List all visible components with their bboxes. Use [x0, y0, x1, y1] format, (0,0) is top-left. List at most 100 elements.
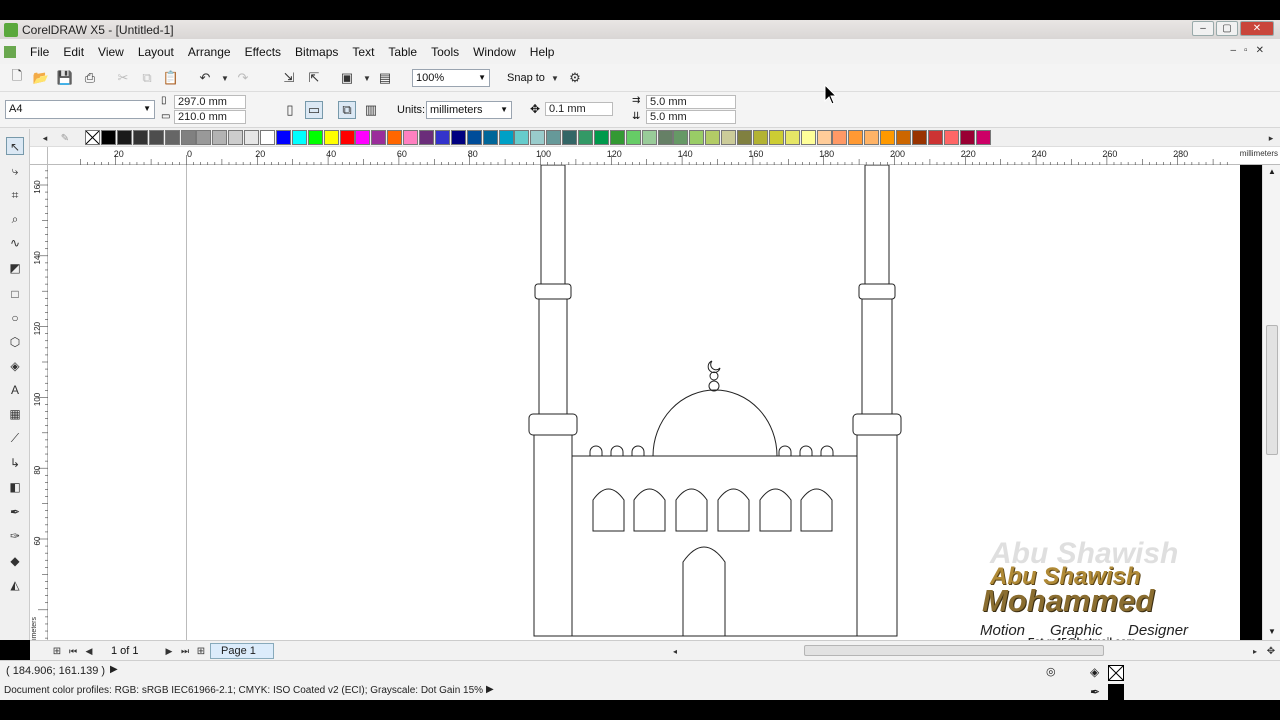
copy-icon[interactable]: ⧉: [138, 69, 156, 87]
color-swatch[interactable]: [609, 130, 625, 145]
table-tool-icon[interactable]: ▦: [6, 405, 24, 423]
color-swatch[interactable]: [387, 130, 403, 145]
basic-shapes-tool-icon[interactable]: ◈: [6, 357, 24, 375]
welcome-screen-icon[interactable]: ▤: [376, 69, 394, 87]
new-document-icon[interactable]: 🗋: [8, 68, 26, 87]
rectangle-tool-icon[interactable]: □: [6, 285, 24, 303]
color-swatch[interactable]: [593, 130, 609, 145]
shape-tool-icon[interactable]: ⤷: [6, 162, 24, 180]
color-swatch[interactable]: [291, 130, 307, 145]
document-window-controls[interactable]: –▫✕: [1231, 45, 1273, 56]
maximize-icon[interactable]: ▢: [1216, 21, 1238, 36]
print-icon[interactable]: ⎙: [81, 69, 99, 87]
color-swatch[interactable]: [514, 130, 530, 145]
color-swatch[interactable]: [975, 130, 991, 145]
application-launcher-icon[interactable]: ▣: [338, 69, 356, 87]
undo-dropdown-icon[interactable]: ▼: [216, 69, 234, 87]
zoom-tool-icon[interactable]: ⌕: [6, 210, 24, 228]
duplicate-x-field[interactable]: 5.0 mm: [646, 95, 736, 109]
menu-file[interactable]: File: [30, 45, 49, 59]
page-1-tab[interactable]: Page 1: [210, 643, 274, 659]
paste-icon[interactable]: 📋: [162, 69, 180, 87]
launcher-dropdown-icon[interactable]: ▼: [358, 69, 376, 87]
all-pages-icon[interactable]: ⧉: [338, 101, 356, 119]
import-icon[interactable]: ⇲: [280, 69, 298, 87]
color-swatch[interactable]: [816, 130, 832, 145]
color-swatch[interactable]: [116, 130, 132, 145]
text-tool-icon[interactable]: A: [6, 381, 24, 399]
color-swatch[interactable]: [864, 130, 880, 145]
color-swatch[interactable]: [641, 130, 657, 145]
crop-tool-icon[interactable]: ⌗: [6, 186, 24, 204]
color-swatch[interactable]: [260, 130, 275, 145]
color-swatch[interactable]: [164, 130, 180, 145]
color-swatch[interactable]: [927, 130, 943, 145]
color-swatch[interactable]: [339, 130, 355, 145]
polygon-tool-icon[interactable]: ⬡: [6, 333, 24, 351]
palette-scroll-right-icon[interactable]: ▸: [1262, 129, 1280, 147]
color-swatch[interactable]: [959, 130, 975, 145]
color-swatch[interactable]: [323, 130, 339, 145]
menu-layout[interactable]: Layout: [138, 45, 174, 59]
color-swatch[interactable]: [244, 130, 260, 145]
profiles-arrow-icon[interactable]: ▶: [486, 684, 494, 695]
color-swatch[interactable]: [307, 130, 323, 145]
color-swatch[interactable]: [911, 130, 927, 145]
color-swatch[interactable]: [896, 130, 911, 145]
horizontal-ruler[interactable]: 20 0 20 40 60 80 100 120 140 160 180 200 220 240 260 28…: [48, 147, 1280, 165]
scroll-up-icon[interactable]: ▲: [1268, 167, 1276, 176]
color-swatch[interactable]: [275, 130, 291, 145]
object-info-icon[interactable]: ◎: [1046, 665, 1060, 679]
outline-color-swatch[interactable]: [1108, 684, 1124, 700]
color-swatch[interactable]: [625, 130, 641, 145]
color-eyedropper-tool-icon[interactable]: ✒: [6, 503, 24, 521]
color-swatch[interactable]: [419, 130, 434, 145]
pick-tool-icon[interactable]: ↖: [6, 137, 24, 155]
color-swatch[interactable]: [689, 130, 705, 145]
color-swatch[interactable]: [132, 130, 148, 145]
color-swatch[interactable]: [737, 130, 752, 145]
options-icon[interactable]: ⚙: [566, 69, 584, 87]
menu-table[interactable]: Table: [388, 45, 417, 59]
color-swatch[interactable]: [768, 130, 784, 145]
units-combo[interactable]: millimeters ▼: [426, 101, 512, 119]
palette-eyedropper-icon[interactable]: ✎: [56, 129, 74, 147]
scroll-left-icon[interactable]: ◂: [666, 642, 684, 660]
current-page-icon[interactable]: ▥: [362, 101, 380, 119]
navigator-icon[interactable]: ✥: [1262, 642, 1280, 660]
color-swatch[interactable]: [721, 130, 737, 145]
color-swatch[interactable]: [880, 130, 896, 145]
vertical-ruler[interactable]: 160 140 120 100 80 60 millimeters: [30, 165, 48, 650]
open-icon[interactable]: 📂: [32, 69, 50, 87]
color-swatch[interactable]: [148, 130, 164, 145]
fill-none-swatch[interactable]: [1108, 665, 1124, 681]
previous-page-icon[interactable]: ◀: [80, 642, 98, 660]
color-swatch[interactable]: [752, 130, 768, 145]
palette-scroll-left-icon[interactable]: ◂: [36, 129, 54, 147]
color-swatch[interactable]: [546, 130, 562, 145]
cut-icon[interactable]: ✂: [114, 69, 132, 87]
vertical-scrollbar[interactable]: ▲ ▼: [1262, 165, 1280, 640]
color-swatch[interactable]: [673, 130, 689, 145]
connector-tool-icon[interactable]: ↳: [6, 454, 24, 472]
minimize-icon[interactable]: –: [1192, 21, 1214, 36]
interactive-fill-tool-icon[interactable]: ◭: [6, 576, 24, 594]
menu-bitmaps[interactable]: Bitmaps: [295, 45, 338, 59]
color-swatch[interactable]: [578, 130, 593, 145]
color-swatch[interactable]: [403, 130, 419, 145]
snap-dropdown-icon[interactable]: ▼: [546, 69, 564, 87]
outline-tool-icon[interactable]: ✑: [6, 527, 24, 545]
page-height-field[interactable]: 210.0 mm: [174, 110, 246, 124]
horizontal-scroll-thumb[interactable]: [804, 645, 1104, 656]
coords-arrow-icon[interactable]: ▶: [110, 664, 118, 675]
color-swatch[interactable]: [705, 130, 721, 145]
menu-help[interactable]: Help: [530, 45, 555, 59]
fill-tool-icon[interactable]: ◆: [6, 552, 24, 570]
menu-view[interactable]: View: [98, 45, 124, 59]
color-swatch[interactable]: [466, 130, 482, 145]
color-swatch[interactable]: [355, 130, 371, 145]
menu-arrange[interactable]: Arrange: [188, 45, 231, 59]
menu-effects[interactable]: Effects: [245, 45, 281, 59]
color-swatch[interactable]: [657, 130, 673, 145]
color-swatch[interactable]: [180, 130, 196, 145]
